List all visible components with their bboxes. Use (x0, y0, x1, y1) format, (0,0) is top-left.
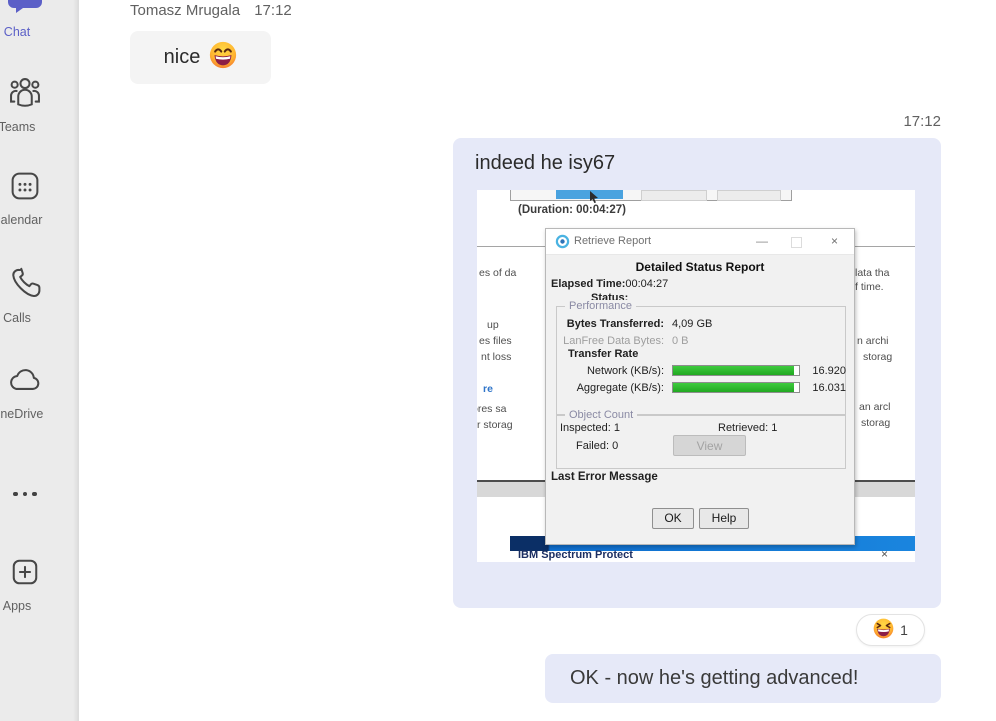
laughing-emoji-icon (873, 618, 894, 642)
bytes-transferred-label: Bytes Transferred: (546, 318, 664, 330)
sent-message-bubble: indeed he isy67 (Duration: 00:04:27) es … (453, 138, 941, 608)
bytes-transferred-value: 4,09 GB (672, 318, 712, 330)
cursor-icon (589, 191, 599, 203)
failed-label: Failed: (576, 440, 609, 452)
window-edge (477, 480, 545, 497)
bg-text: ores sa (477, 403, 506, 415)
sidebar-label-calls: Calls (0, 311, 57, 325)
failed-row: Failed: 0 (576, 440, 618, 452)
performance-legend: Performance (565, 300, 636, 312)
sidebar-label-teams: Teams (0, 120, 57, 134)
transfer-rate-label: Transfer Rate (568, 348, 638, 360)
more-icon (0, 483, 65, 501)
failed-value: 0 (612, 440, 618, 452)
sidebar-label-apps: Apps (0, 599, 57, 613)
bg-text: an arcl (859, 401, 891, 413)
ok-button: OK (652, 508, 694, 529)
retrieved-value: 1 (771, 422, 777, 434)
inspected-value: 1 (614, 422, 620, 434)
close-icon: × (881, 547, 888, 561)
bg-text: lata tha (855, 267, 889, 279)
sent-message-text-2: OK - now he's getting advanced! (570, 667, 858, 690)
message-time: 17:12 (254, 2, 292, 19)
message-header: Tomasz Mrugala 17:12 (130, 2, 292, 19)
elapsed-value: 00:04:27 (625, 278, 668, 290)
help-button: Help (699, 508, 749, 529)
dialog-title: Retrieve Report (574, 235, 651, 247)
elapsed-time-row: Elapsed Time:00:04:27 (551, 278, 668, 290)
bg-text: es of da (479, 267, 516, 279)
chat-icon (0, 0, 65, 23)
teams-icon (0, 74, 65, 115)
apps-icon (0, 554, 65, 595)
sidebar-label-onedrive: OneDrive (0, 407, 57, 421)
dialog-heading: Detailed Status Report (546, 260, 854, 274)
bg-text: nt loss (481, 351, 511, 363)
duration-text: (Duration: 00:04:27) (518, 204, 626, 216)
bg-text: f time. (855, 281, 884, 293)
message-text: nice (164, 46, 201, 69)
window-edge (853, 480, 915, 497)
reaction-badge[interactable]: 1 (856, 614, 925, 646)
network-value: 16.920 (804, 365, 846, 377)
received-message-bubble: nice (130, 31, 271, 84)
teams-window: Chat Teams (0, 0, 996, 721)
sidebar-label-chat: Chat (0, 25, 57, 39)
ibm-window-title: IBM Spectrum Protect (518, 549, 633, 561)
sidebar-label-calendar: Calendar (0, 213, 57, 227)
object-count-legend: Object Count (565, 409, 637, 421)
cloud-icon (0, 364, 65, 401)
bg-link-text: re (483, 383, 493, 395)
spectrum-protect-icon (555, 234, 570, 249)
ibm-window-titlebar: IBM Spectrum Protect × (510, 551, 915, 562)
maximize-icon (791, 237, 802, 248)
minimize-icon: — (756, 234, 768, 248)
bg-text: r storag (477, 419, 513, 431)
calls-icon (0, 264, 65, 305)
sent-message-bubble-2: OK - now he's getting advanced! (545, 654, 941, 703)
dialog-titlebar: Retrieve Report — × (546, 229, 854, 255)
last-error-label: Last Error Message (551, 471, 658, 483)
aggregate-label: Aggregate (KB/s): (546, 382, 664, 394)
inspected-row: Inspected: 1 (560, 422, 620, 434)
divider (477, 246, 545, 247)
lanfree-label: LanFree Data Bytes: (546, 335, 664, 347)
lanfree-value: 0 B (672, 335, 689, 347)
retrieved-row: Retrieved: 1 (718, 422, 777, 434)
retrieve-report-dialog: Retrieve Report — × Detailed Status Repo… (545, 228, 855, 545)
bg-text: storag (861, 417, 890, 429)
network-progressbar (672, 365, 800, 376)
screenshot-toolbar (510, 190, 792, 201)
elapsed-label: Elapsed Time: (551, 278, 625, 290)
calendar-icon (0, 168, 65, 209)
grinning-face-emoji-icon (209, 41, 237, 75)
outgoing-timestamp: 17:12 (841, 113, 941, 130)
bg-text: storag (863, 351, 892, 363)
aggregate-progressbar (672, 382, 800, 393)
inspected-label: Inspected: (560, 422, 611, 434)
bg-text: es files (479, 335, 512, 347)
retrieved-label: Retrieved: (718, 422, 768, 434)
divider (853, 246, 915, 247)
view-button: View (673, 435, 746, 456)
sent-message-text: indeed he isy67 (475, 152, 615, 175)
aggregate-value: 16.031 (804, 382, 846, 394)
network-label: Network (KB/s): (546, 365, 664, 377)
bg-text: up (487, 319, 499, 331)
sender-name: Tomasz Mrugala (130, 2, 240, 19)
app-rail: Chat Teams (0, 0, 79, 721)
reaction-count: 1 (900, 622, 908, 638)
close-icon: × (831, 234, 838, 248)
attached-screenshot-image[interactable]: (Duration: 00:04:27) es of da up es file… (477, 190, 915, 562)
bg-text: n archi (857, 335, 889, 347)
